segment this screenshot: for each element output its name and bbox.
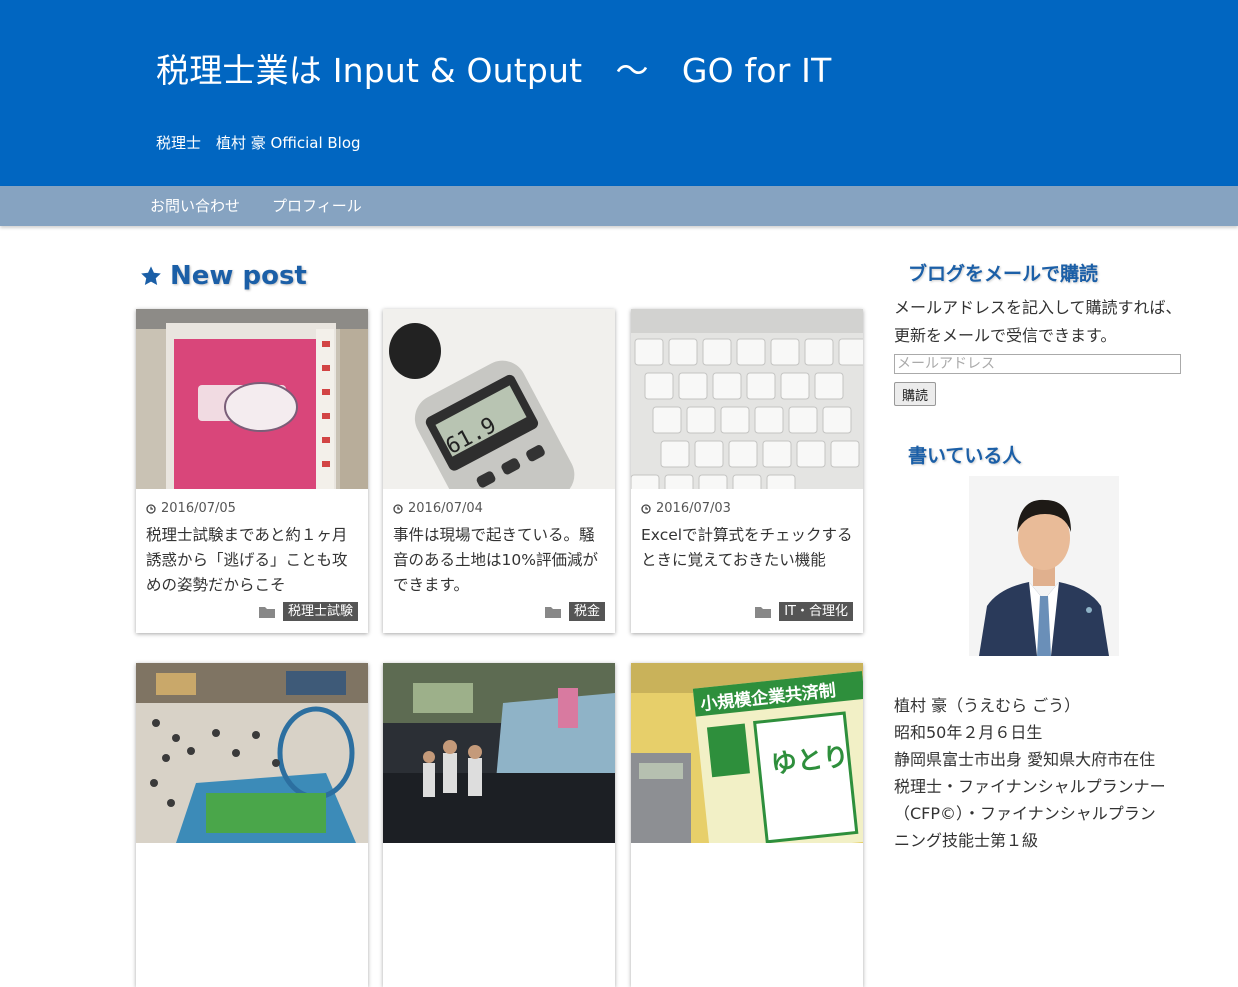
post-thumbnail-shopping-mall[interactable] xyxy=(136,663,368,843)
folder-icon xyxy=(755,606,772,618)
post-card[interactable]: 61.9 2016/07/04 事件は現場で起きている。騒音のある土地は10%評… xyxy=(383,309,615,633)
post-title[interactable]: Excelで計算式をチェックするときに覚えておきたい機能 xyxy=(641,523,855,598)
category-badge[interactable]: 税金 xyxy=(568,602,605,621)
author-line: （CFP©）・ファイナンシャルプラン xyxy=(894,804,1156,823)
subscribe-button[interactable]: 購読 xyxy=(894,382,937,406)
author-line: 静岡県富士市出身 愛知県大府市在住 xyxy=(894,750,1156,769)
clock-icon xyxy=(146,503,156,514)
post-thumbnail-mutual-aid[interactable]: 小規模企業共済制 ゆとり xyxy=(631,663,863,843)
folder-icon xyxy=(258,606,275,618)
post-category: 税金 xyxy=(544,602,605,621)
category-badge[interactable]: 税理士試験 xyxy=(282,602,358,621)
post-card[interactable] xyxy=(136,663,368,987)
section-title: New post xyxy=(140,258,307,294)
author-line: ニング技能士第１級 xyxy=(894,831,1039,850)
author-line: 税理士・ファイナンシャルプランナー xyxy=(894,777,1166,796)
post-date: 2016/07/05 xyxy=(146,501,236,516)
post-thumbnail-sound-meter[interactable]: 61.9 xyxy=(383,309,615,489)
author-line: 昭和50年２月６日生 xyxy=(894,723,1043,742)
author-line: 植村 豪（うえむら ごう） xyxy=(894,696,1081,715)
subscribe-description: メールアドレスを記入して購読すれば、更新をメールで受信できます。 xyxy=(894,298,1182,345)
author-widget-title: 書いている人 xyxy=(908,445,1022,467)
post-thumbnail-tax-exam[interactable] xyxy=(136,309,368,489)
post-date: 2016/07/04 xyxy=(393,501,483,516)
post-thumbnail-keyboard[interactable] xyxy=(631,309,863,489)
site-header: 税理士業は Input & Output ～ GO for IT 税理士 植村 … xyxy=(0,0,1238,186)
post-card[interactable]: 小規模企業共済制 ゆとり xyxy=(631,663,863,987)
email-input[interactable] xyxy=(894,354,1181,374)
post-date-text: 2016/07/03 xyxy=(656,501,731,516)
main-nav: お問い合わせ プロフィール xyxy=(0,186,1238,226)
post-category: 税理士試験 xyxy=(258,602,358,621)
clock-icon xyxy=(641,503,651,514)
post-date: 2016/07/03 xyxy=(641,501,731,516)
site-title[interactable]: 税理士業は Input & Output ～ GO for IT xyxy=(156,44,831,92)
post-title[interactable]: 税理士試験まであと約１ヶ月 誘惑から「逃げる」ことも攻めの姿勢だからこそ xyxy=(146,523,360,598)
post-card[interactable]: 2016/07/03 Excelで計算式をチェックするときに覚えておきたい機能 … xyxy=(631,309,863,633)
post-card[interactable]: 2016/07/05 税理士試験まであと約１ヶ月 誘惑から「逃げる」ことも攻めの… xyxy=(136,309,368,633)
post-title[interactable]: 事件は現場で起きている。騒音のある土地は10%評価減ができます。 xyxy=(393,523,607,598)
subscribe-widget-title: ブログをメールで購読 xyxy=(908,263,1099,285)
author-avatar xyxy=(969,476,1119,656)
category-badge[interactable]: IT・合理化 xyxy=(779,602,853,621)
nav-item-profile[interactable]: プロフィール xyxy=(272,195,362,216)
site-description: 税理士 植村 豪 Official Blog xyxy=(156,134,361,152)
post-date-text: 2016/07/04 xyxy=(408,501,483,516)
section-title-text: New post xyxy=(170,261,307,291)
folder-icon xyxy=(544,606,561,618)
post-date-text: 2016/07/05 xyxy=(161,501,236,516)
nav-item-contact[interactable]: お問い合わせ xyxy=(150,195,240,216)
star-icon xyxy=(141,266,161,285)
post-thumbnail-event-stage[interactable] xyxy=(383,663,615,843)
post-category: IT・合理化 xyxy=(755,602,853,621)
clock-icon xyxy=(393,503,403,514)
post-card[interactable] xyxy=(383,663,615,987)
